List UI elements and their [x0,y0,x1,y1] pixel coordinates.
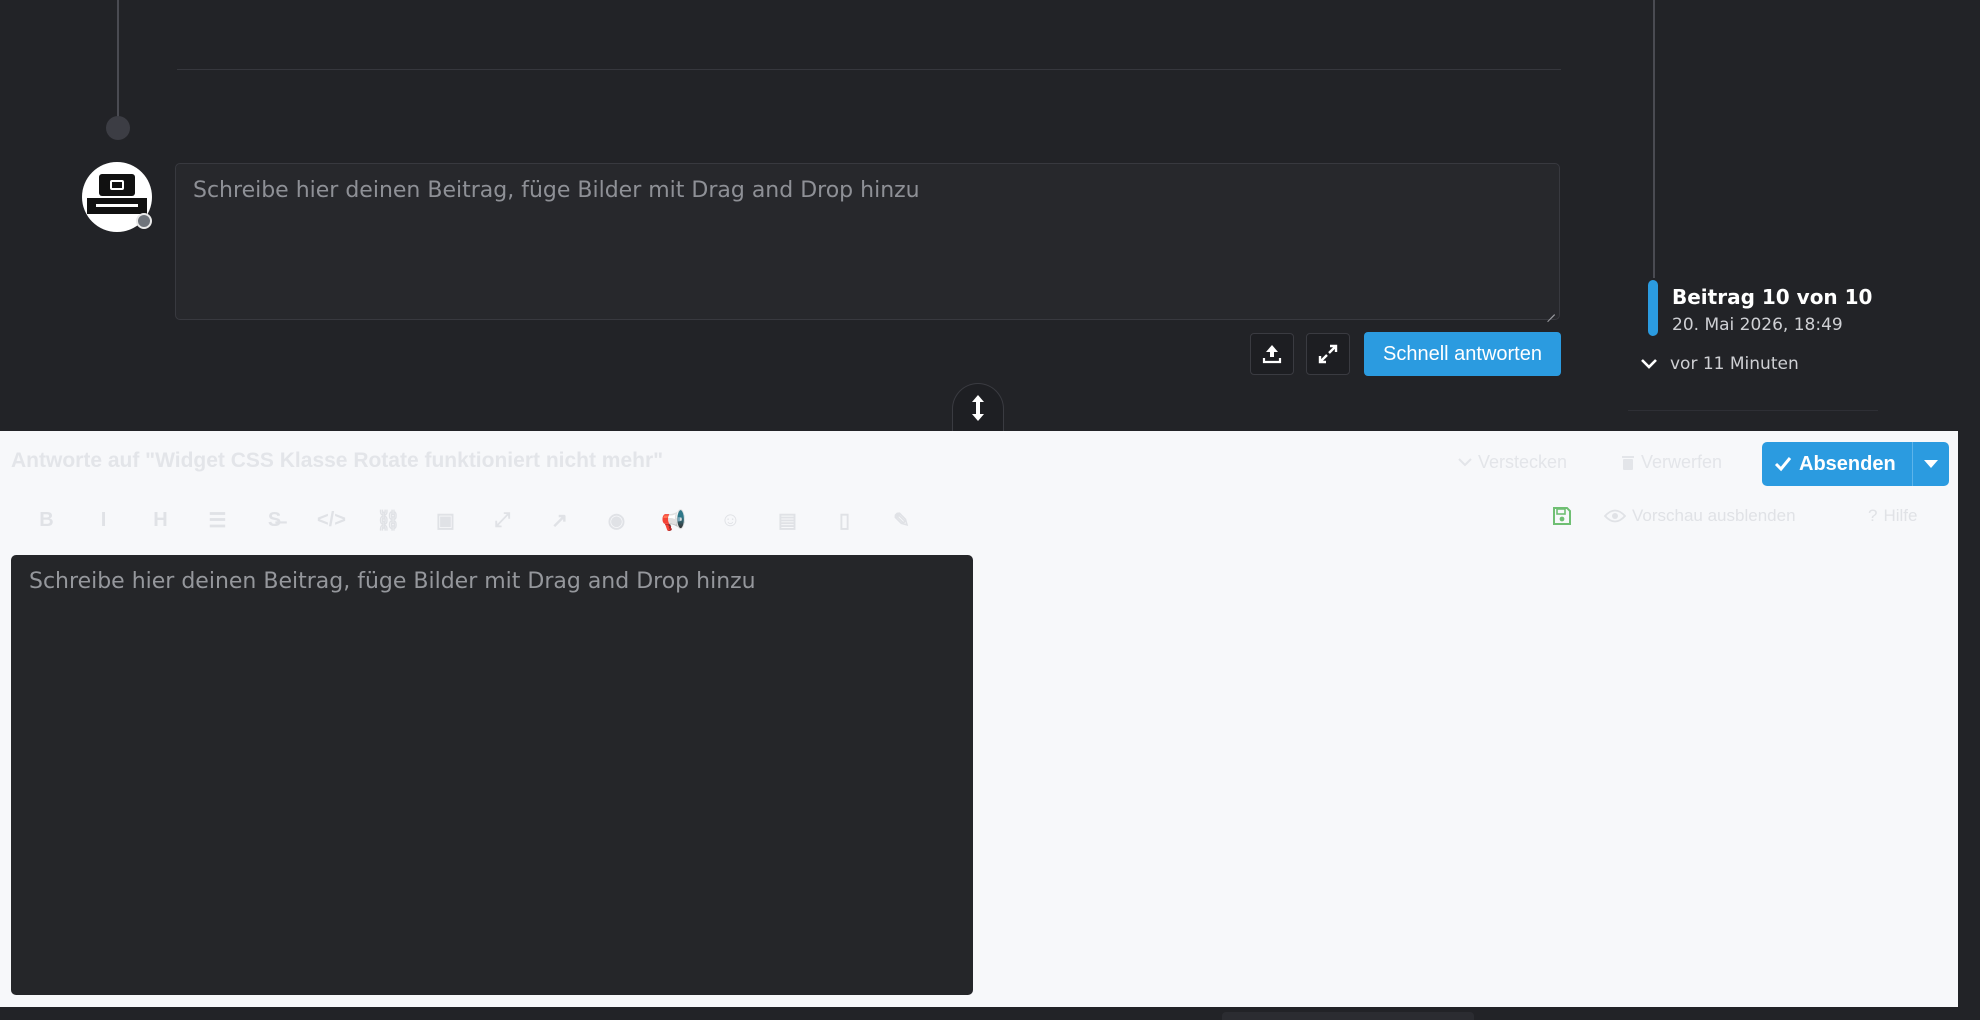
pen-icon: ✎ [893,509,910,532]
timeline-ago: vor 11 Minuten [1670,354,1799,374]
toolbar-button-heading[interactable]: H [132,505,189,535]
editor-placeholder: Schreibe hier deinen Beitrag, füge Bilde… [29,569,756,594]
timeline-divider [1628,410,1878,411]
status-indicator [136,213,152,229]
quick-reply-placeholder: Schreibe hier deinen Beitrag, füge Bilde… [193,178,920,203]
resize-grip-icon[interactable] [1545,305,1555,315]
composer-editor[interactable]: Schreibe hier deinen Beitrag, füge Bilde… [11,555,973,995]
taskbar-strip [0,1007,1980,1020]
formatting-toolbar: B I H ☰ S̶ </> ⛓ ▣ ⤢ ↗ ◉ 📢 ☺ ▤ ▯ ✎ [18,505,930,535]
timeline-position: Beitrag 10 von 10 [1672,285,1873,309]
code-icon: </> [317,508,346,531]
toolbar-button-pen[interactable]: ✎ [873,505,930,535]
toolbar-button-eye[interactable]: ◉ [588,505,645,535]
list-icon: ☰ [208,509,227,532]
toolbar-button-italic[interactable]: I [75,505,132,535]
hide-label: Verstecken [1478,452,1568,472]
toolbar-button-bullhorn[interactable]: 📢 [645,505,702,535]
heading-icon: H [153,508,168,531]
bullhorn-icon: 📢 [661,509,686,532]
toolbar-button-image[interactable]: ▣ [417,505,474,535]
chart-icon: ↗ [551,509,568,532]
topic-footer: Schreibe hier deinen Beitrag, füge Bilde… [0,0,1958,431]
toolbar-button-code[interactable]: </> [303,505,360,535]
submit-group: Absenden [1762,442,1949,486]
composer-resize-handle[interactable] [952,383,1004,431]
window-edge [1958,0,1980,1007]
thread-line [117,0,119,118]
discard-label: Verwerfen [1641,452,1723,472]
submit-label: Absenden [1799,452,1896,475]
smile-icon: ☺ [720,508,741,531]
thread-end-dot [106,116,130,140]
save-draft-button[interactable] [1552,506,1572,526]
upload-button[interactable] [1250,333,1294,375]
vertical-arrows-icon [972,394,984,421]
discard-button[interactable]: Verwerfen [1621,452,1722,473]
toolbar-button-list[interactable]: ☰ [189,505,246,535]
toolbar-button-page[interactable]: ▯ [816,505,873,535]
question-icon: ? [1868,506,1878,525]
file-icon: ▤ [778,509,797,532]
upload-icon [1262,345,1282,364]
save-icon [1553,507,1571,525]
italic-icon: I [100,508,107,531]
timeline-track[interactable] [1653,0,1655,278]
taskbar-tab[interactable] [1222,1012,1474,1020]
eye-slash-icon [1604,509,1626,523]
composer-title: Antworte auf "Widget CSS Klasse Rotate f… [11,449,664,472]
quick-reply-button[interactable]: Schnell antworten [1364,332,1561,376]
trash-icon [1622,455,1634,470]
logo-mark [99,174,135,196]
toolbar-button-smile[interactable]: ☺ [702,505,759,535]
link-icon: ⛓ [375,509,402,532]
preview-label: Vorschau ausblenden [1632,506,1796,525]
timeline-jump-latest[interactable]: vor 11 Minuten [1640,354,1799,374]
chevron-down-icon [1458,457,1472,466]
bold-icon: B [39,508,54,531]
toolbar-button-file[interactable]: ▤ [759,505,816,535]
toolbar-button-chart[interactable]: ↗ [531,505,588,535]
expand-icon: ⤢ [494,508,511,531]
help-label: Hilfe [1883,506,1918,525]
check-icon [1774,457,1792,472]
timeline-handle[interactable] [1648,280,1658,336]
help-button[interactable]: ? Hilfe [1868,506,1917,526]
hide-composer-button[interactable]: Verstecken [1458,452,1567,473]
expand-icon [1318,344,1338,364]
toolbar-button-strikethrough[interactable]: S̶ [246,505,303,535]
quick-reply-textarea[interactable]: Schreibe hier deinen Beitrag, füge Bilde… [175,163,1560,320]
eye-icon: ◉ [607,509,626,532]
timeline-date: 20. Mai 2026, 18:49 [1672,315,1843,335]
toolbar-button-bold[interactable]: B [18,505,75,535]
expand-editor-button[interactable] [1306,333,1350,375]
image-icon: ▣ [436,509,455,532]
caret-down-icon [1923,460,1938,468]
strikethrough-icon: S̶ [267,508,282,531]
page-icon: ▯ [838,509,850,532]
toolbar-button-expand[interactable]: ⤢ [474,505,531,535]
toggle-preview-button[interactable]: Vorschau ausblenden [1604,506,1796,526]
divider [177,69,1561,70]
submit-button[interactable]: Absenden [1762,442,1912,486]
chevron-down-icon [1641,359,1657,369]
submit-options-button[interactable] [1911,442,1949,486]
toolbar-button-link[interactable]: ⛓ [360,505,417,535]
